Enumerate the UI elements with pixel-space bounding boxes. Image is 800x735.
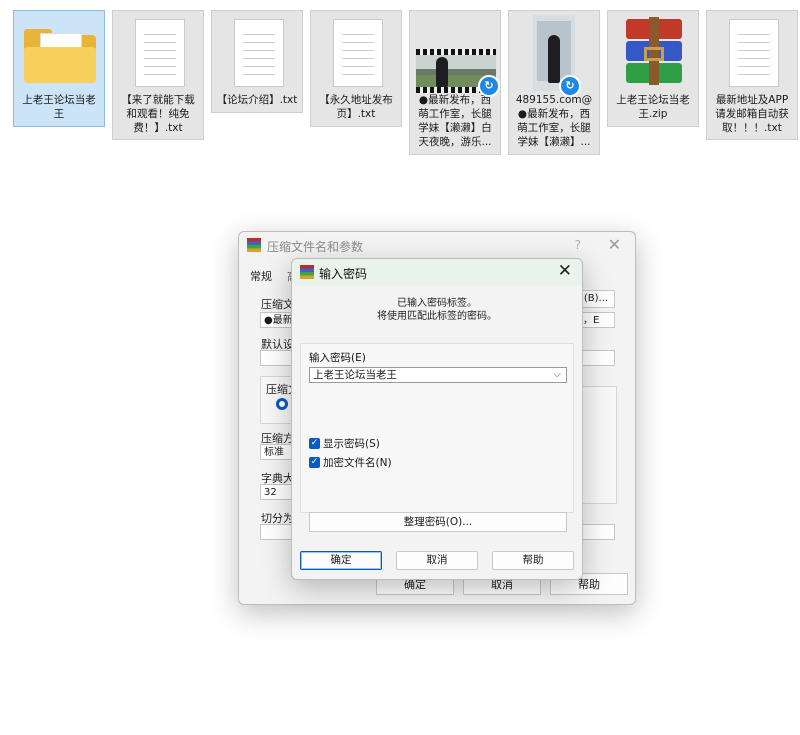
encrypt-filenames-checkbox[interactable]: ✓: [309, 457, 320, 468]
file-name: ●最新发布，西萌工作室，长腿学妹【濑濑】白天夜晚，游乐...: [418, 94, 492, 148]
dialog-title: 输入密码: [319, 267, 368, 281]
winrar-icon: [300, 265, 314, 279]
help-icon[interactable]: ?: [575, 238, 581, 252]
file-grid: 上老王论坛当老王 【来了就能下载和观看！纯免费！】.txt 【论坛介绍】.txt…: [0, 0, 800, 160]
show-password-checkbox[interactable]: ✓: [309, 438, 320, 449]
file-name: 【永久地址发布页】.txt: [319, 94, 393, 120]
text-file-icon: [311, 11, 401, 93]
close-icon[interactable]: ✕: [558, 261, 572, 281]
file-item-txt[interactable]: 【来了就能下载和观看！纯免费！】.txt: [112, 10, 204, 140]
file-item-folder[interactable]: 上老王论坛当老王: [13, 10, 105, 127]
video-thumbnail-icon: ↻: [410, 11, 500, 97]
ok-button[interactable]: 确定: [300, 551, 382, 570]
encrypt-filenames-label[interactable]: 加密文件名(N): [323, 455, 392, 470]
file-name: 【论坛介绍】.txt: [216, 94, 298, 106]
password-set-field[interactable]: [579, 524, 615, 540]
file-name: 上老王论坛当老王: [22, 94, 96, 120]
file-name: 上老王论坛当老王.zip: [616, 94, 690, 120]
archive-name-label: 压缩文: [261, 298, 294, 311]
winrar-archive-icon: [608, 11, 698, 93]
dialog-title: 压缩文件名和参数: [267, 240, 364, 254]
file-item-txt[interactable]: 【论坛介绍】.txt: [211, 10, 303, 113]
title-bar: 压缩文件名和参数 ? ✕: [239, 232, 635, 260]
file-name: 489155.com@●最新发布，西萌工作室，长腿学妹【濑濑】...: [515, 94, 593, 148]
title-bar: 输入密码 ✕: [292, 259, 582, 285]
options-group: [579, 386, 617, 504]
winrar-icon: [247, 238, 261, 252]
password-label: 输入密码(E): [309, 352, 366, 364]
password-panel: 输入密码(E) 上老王论坛当老王 ⌵ ✓ 显示密码(S) ✓ 加密文件名(N) …: [300, 343, 574, 532]
help-button[interactable]: 帮助: [492, 551, 574, 570]
text-file-icon: [113, 11, 203, 93]
show-password-label[interactable]: 显示密码(S): [323, 436, 380, 451]
tab-general[interactable]: 常规: [250, 268, 272, 284]
archive-format-field[interactable]: ，E: [579, 312, 615, 328]
file-item-txt[interactable]: 最新地址及APP请发邮箱自动获取！！！.txt: [706, 10, 798, 140]
sync-badge-icon: ↻: [478, 75, 500, 97]
sync-badge-icon: ↻: [559, 75, 581, 97]
close-icon[interactable]: ✕: [608, 235, 621, 254]
file-name: 【来了就能下载和观看！纯免费！】.txt: [121, 94, 195, 134]
file-item-video[interactable]: ↻ ●最新发布，西萌工作室，长腿学妹【濑濑】白天夜晚，游乐...: [409, 10, 501, 155]
update-mode-field[interactable]: [579, 350, 615, 366]
cancel-button[interactable]: 取消: [396, 551, 478, 570]
folder-icon: [14, 11, 104, 93]
file-item-video[interactable]: ↻ 489155.com@●最新发布，西萌工作室，长腿学妹【濑濑】...: [508, 10, 600, 155]
enter-password-dialog: 输入密码 ✕ 已输入密码标签。 将使用匹配此标签的密码。 输入密码(E) 上老王…: [291, 258, 583, 580]
password-value: 上老王论坛当老王: [313, 369, 397, 381]
format-radio[interactable]: [276, 398, 288, 410]
text-file-icon: [212, 11, 302, 93]
text-file-icon: [707, 11, 797, 93]
file-item-zip[interactable]: 上老王论坛当老王.zip: [607, 10, 699, 127]
organize-passwords-button[interactable]: 整理密码(O)...: [309, 512, 567, 532]
message-line-2: 将使用匹配此标签的密码。: [377, 311, 497, 322]
video-thumbnail-icon: ↻: [509, 11, 599, 97]
password-combobox[interactable]: 上老王论坛当老王 ⌵: [309, 367, 567, 383]
file-name: 最新地址及APP请发邮箱自动获取！！！.txt: [715, 94, 789, 134]
file-item-txt[interactable]: 【永久地址发布页】.txt: [310, 10, 402, 127]
chevron-down-icon[interactable]: ⌵: [553, 368, 561, 382]
